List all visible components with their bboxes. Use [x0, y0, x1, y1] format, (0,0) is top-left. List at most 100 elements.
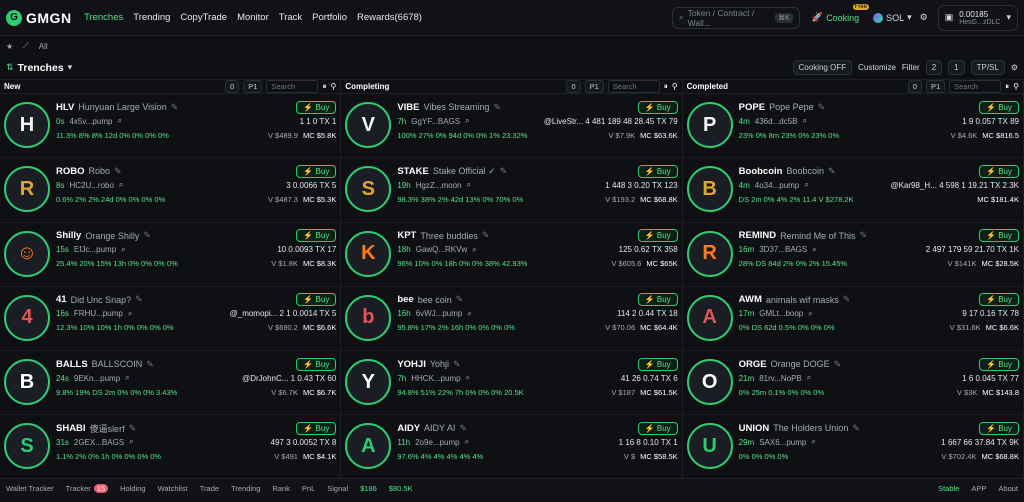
- buy-button[interactable]: ⚡ Buy: [296, 100, 337, 114]
- buy-button[interactable]: ⚡ Buy: [979, 164, 1019, 178]
- token-avatar[interactable]: S: [345, 166, 392, 213]
- search-icon[interactable]: ⌕: [807, 373, 811, 383]
- token-symbol[interactable]: 41: [56, 294, 67, 305]
- filter-icon[interactable]: ⚲: [672, 82, 678, 91]
- token-contract[interactable]: 81rv...NoPB: [759, 374, 802, 383]
- logo[interactable]: G GMGN: [6, 9, 84, 26]
- trade-link[interactable]: Trade: [200, 484, 219, 493]
- token-avatar[interactable]: ☺: [4, 230, 50, 277]
- token-symbol[interactable]: BALLS: [56, 359, 88, 370]
- edit-icon[interactable]: ✎: [828, 166, 836, 177]
- pause-icon[interactable]: ⏸: [664, 82, 668, 92]
- search-icon[interactable]: ⌕: [125, 373, 129, 383]
- token-contract[interactable]: 4x5v...pump: [69, 117, 112, 126]
- token-symbol[interactable]: KPT: [397, 230, 416, 241]
- token-symbol[interactable]: VIBE: [397, 102, 419, 113]
- token-contract[interactable]: EfJc...pump: [74, 245, 116, 254]
- search-icon[interactable]: ⌕: [465, 437, 469, 447]
- token-contract[interactable]: GMLt...boop: [759, 309, 803, 318]
- token-avatar[interactable]: 4: [4, 294, 50, 341]
- token-card[interactable]: B Boobcoin Boobcoin ✎ ⚡ Buy 4m 4o34...pu…: [682, 158, 1023, 223]
- token-symbol[interactable]: SHABI: [56, 423, 86, 434]
- edit-icon[interactable]: ✎: [834, 359, 842, 370]
- token-card[interactable]: U UNION The Holders Union ✎ ⚡ Buy 29m SA…: [683, 415, 1023, 478]
- token-avatar[interactable]: A: [686, 294, 733, 341]
- edit-icon[interactable]: ✎: [114, 166, 122, 177]
- all-filter[interactable]: All: [39, 42, 48, 51]
- token-card[interactable]: 4 41 Did Unc Snap? ✎ ⚡ Buy 16s FRHU...pu…: [0, 287, 341, 352]
- buy-button[interactable]: ⚡ Buy: [979, 357, 1019, 371]
- buy-button[interactable]: ⚡ Buy: [637, 164, 678, 178]
- buy-button[interactable]: ⚡ Buy: [979, 100, 1019, 114]
- token-avatar[interactable]: K: [345, 230, 392, 277]
- token-contract[interactable]: GawQ...RKVw: [416, 245, 468, 254]
- edit-icon[interactable]: ✎: [493, 102, 501, 113]
- search-icon[interactable]: ⌕: [472, 245, 476, 255]
- token-avatar[interactable]: V: [345, 102, 392, 148]
- amount-input[interactable]: 0: [566, 80, 581, 93]
- token-symbol[interactable]: STAKE: [397, 166, 429, 177]
- token-avatar[interactable]: B: [686, 166, 733, 213]
- amount-input[interactable]: 0: [225, 80, 240, 93]
- search-icon[interactable]: ⌕: [467, 309, 471, 319]
- amount-input[interactable]: 0: [907, 80, 922, 93]
- preset-select[interactable]: P1: [584, 80, 604, 93]
- search-icon[interactable]: ⌕: [802, 116, 806, 126]
- search-icon[interactable]: ⌕: [811, 437, 815, 447]
- buy-button[interactable]: ⚡ Buy: [637, 357, 678, 371]
- nav-track[interactable]: Track: [279, 12, 302, 23]
- token-symbol[interactable]: Shilly: [56, 230, 81, 241]
- filter-icon[interactable]: ⚲: [1013, 82, 1019, 91]
- holding-link[interactable]: Holding: [120, 484, 145, 493]
- watchlist-link[interactable]: Watchlist: [158, 484, 188, 493]
- token-card[interactable]: K KPT Three buddies ✎ ⚡ Buy 18h GawQ...R…: [341, 223, 682, 287]
- token-symbol[interactable]: Boobcoin: [739, 166, 783, 177]
- token-avatar[interactable]: A: [345, 423, 392, 470]
- filter-button[interactable]: Filter: [902, 63, 920, 72]
- token-contract[interactable]: 2GEX...BAGS: [74, 438, 124, 447]
- nav-portfolio[interactable]: Portfolio: [312, 12, 347, 23]
- token-contract[interactable]: 6vWJ...pump: [416, 309, 463, 318]
- cooking-button[interactable]: 🚀 Cooking Free: [812, 4, 870, 23]
- signal-link[interactable]: Signal: [327, 484, 348, 493]
- token-avatar[interactable]: R: [686, 230, 733, 277]
- token-card[interactable]: O ORGE Orange DOGE ✎ ⚡ Buy 21m 81rv...No…: [682, 351, 1023, 416]
- nav-monitor[interactable]: Monitor: [237, 12, 269, 23]
- search-icon[interactable]: ⌕: [804, 180, 808, 190]
- token-symbol[interactable]: bee: [397, 294, 413, 305]
- page-title[interactable]: Trenches: [18, 62, 64, 74]
- search-icon[interactable]: ⌕: [128, 309, 132, 319]
- about-link[interactable]: About: [998, 484, 1018, 493]
- trending-link[interactable]: Trending: [231, 484, 260, 493]
- wallet-button[interactable]: ▣ 0.00185 HesG...zDLC ▾: [937, 4, 1018, 31]
- filter-icon[interactable]: ⚲: [330, 82, 336, 91]
- customize-button[interactable]: Customize: [858, 63, 896, 72]
- token-avatar[interactable]: B: [4, 359, 50, 406]
- token-avatar[interactable]: R: [4, 166, 50, 213]
- token-contract[interactable]: HHCK...pump: [411, 374, 460, 383]
- buy-button[interactable]: ⚡ Buy: [296, 164, 337, 178]
- search-icon[interactable]: ⌕: [129, 437, 133, 447]
- token-symbol[interactable]: ORGE: [739, 359, 767, 370]
- token-avatar[interactable]: O: [686, 359, 733, 406]
- token-card[interactable]: S SHABI 傻逼slerf ✎ ⚡ Buy 31s 2GEX...BAGS …: [0, 415, 340, 478]
- pause-icon[interactable]: ⏸: [1005, 82, 1009, 92]
- token-avatar[interactable]: S: [4, 423, 50, 470]
- pause-icon[interactable]: ⏸: [322, 82, 326, 92]
- tracker-link[interactable]: Tracker: [66, 484, 91, 493]
- token-symbol[interactable]: UNION: [739, 423, 770, 434]
- edit-icon[interactable]: ✎: [818, 102, 826, 113]
- token-card[interactable]: P POPE Pope Pepe ✎ ⚡ Buy 4m 436d...dc5B …: [682, 94, 1023, 159]
- token-symbol[interactable]: HLV: [56, 102, 74, 113]
- token-contract[interactable]: 9EKn...pump: [74, 374, 120, 383]
- edit-icon[interactable]: ✎: [843, 294, 851, 305]
- token-contract[interactable]: 3D37...BAGS: [759, 245, 807, 254]
- token-contract[interactable]: HgzZ...moon: [416, 181, 462, 190]
- preset-select[interactable]: P1: [925, 80, 946, 93]
- token-avatar[interactable]: P: [686, 102, 733, 148]
- search-icon[interactable]: ⌕: [117, 116, 121, 126]
- token-contract[interactable]: FRHU...pump: [74, 309, 123, 318]
- edit-icon[interactable]: ✎: [146, 359, 154, 370]
- column-search[interactable]: Search: [607, 80, 660, 93]
- buy-button[interactable]: ⚡ Buy: [296, 229, 337, 243]
